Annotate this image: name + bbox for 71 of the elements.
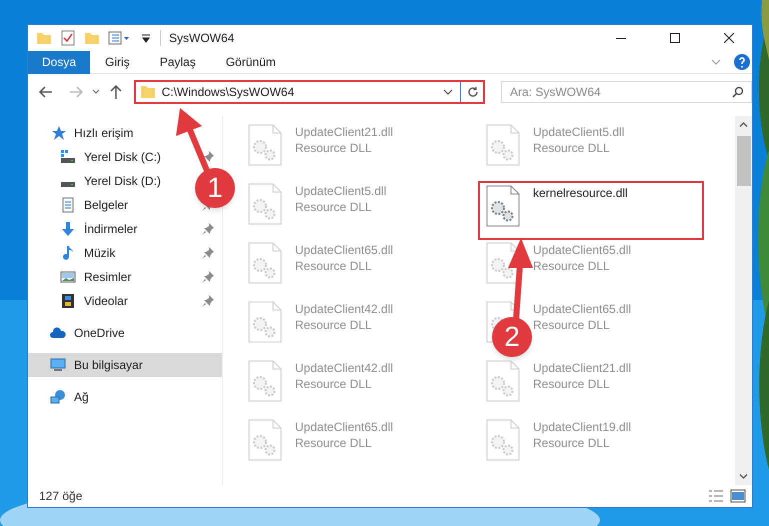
file-type: Resource DLL <box>295 317 373 333</box>
monitor-icon <box>50 357 66 373</box>
sidebar-item[interactable]: Ağ <box>50 388 89 406</box>
sidebar-item[interactable]: Resimler <box>60 268 132 286</box>
large-icons-view-icon[interactable] <box>730 488 746 504</box>
folder-icon <box>140 84 156 100</box>
ribbon-tab[interactable]: Giriş <box>90 50 145 74</box>
file-type: Resource DLL <box>533 258 611 274</box>
maximize-icon <box>670 33 680 43</box>
file-name: UpdateClient5.dll <box>295 183 386 199</box>
back-arrow-icon[interactable] <box>38 84 54 100</box>
drive-icon <box>60 182 76 186</box>
properties-icon <box>60 30 76 46</box>
file-type: Resource DLL <box>533 140 611 156</box>
details-view-icon[interactable] <box>708 488 724 504</box>
star-icon <box>50 125 66 141</box>
file-type: Resource DLL <box>295 435 373 451</box>
film-icon <box>60 293 76 309</box>
file-name: UpdateClient65.dll <box>295 419 394 435</box>
folder-icon <box>84 30 100 46</box>
file-name: UpdateClient42.dll <box>295 301 394 317</box>
file-name: UpdateClient65.dll <box>533 242 632 258</box>
sidebar-item[interactable]: Yerel Disk (C:) <box>60 148 161 166</box>
window-title: SysWOW64 <box>169 30 234 47</box>
sidebar-item[interactable]: Videolar <box>60 292 128 310</box>
item-count: 127 öğe <box>39 488 84 505</box>
up-arrow-icon[interactable] <box>108 84 124 100</box>
folder-icon <box>36 30 52 46</box>
file-name: kernelresource.dll <box>533 185 628 201</box>
sidebar-item[interactable]: Müzik <box>60 244 116 262</box>
scrollbar-thumb[interactable] <box>736 136 750 186</box>
close-icon <box>724 33 734 43</box>
view-menu-icon <box>108 30 132 46</box>
picture-icon <box>60 269 76 285</box>
file-name: UpdateClient5.dll <box>533 124 624 140</box>
drive-icon <box>60 149 76 165</box>
file-type: Resource DLL <box>295 258 373 274</box>
address-bar[interactable]: C:\Windows\SysWOW64 <box>134 80 485 104</box>
refresh-icon[interactable] <box>466 86 479 98</box>
file-name: UpdateClient19.dll <box>533 419 632 435</box>
file-type: Resource DLL <box>533 317 611 333</box>
file-name: UpdateClient42.dll <box>295 360 394 376</box>
sidebar-item[interactable]: Hızlı erişim <box>50 124 134 142</box>
download-icon <box>60 221 76 237</box>
sidebar-item[interactable]: Yerel Disk (D:) <box>60 172 161 190</box>
file-name: UpdateClient65.dll <box>533 301 632 317</box>
sidebar-item[interactable]: İndirmeler <box>60 220 138 238</box>
search-field[interactable]: Ara: SysWOW64 <box>500 81 752 103</box>
search-icon <box>732 86 744 98</box>
file-name: UpdateClient21.dll <box>295 124 394 140</box>
chevron-down-icon[interactable] <box>92 88 100 96</box>
dropdown-icon <box>140 32 152 44</box>
address-path: C:\Windows\SysWOW64 <box>162 84 296 101</box>
file-type: Resource DLL <box>533 376 611 392</box>
sidebar-item[interactable]: Belgeler <box>60 196 128 214</box>
file-name: UpdateClient21.dll <box>533 360 632 376</box>
scrollbar[interactable] <box>735 116 752 485</box>
ribbon-tab[interactable]: Paylaş <box>144 50 211 74</box>
file-type: Resource DLL <box>295 199 373 215</box>
highlight-frame[interactable]: kernelresource.dll <box>478 181 704 240</box>
file-type: Resource DLL <box>533 435 611 451</box>
document-icon <box>60 197 76 213</box>
file-name: UpdateClient65.dll <box>295 242 394 258</box>
ribbon-tab[interactable]: Görünüm <box>210 50 291 74</box>
file-type: Resource DLL <box>295 376 373 392</box>
file-tab[interactable]: Dosya <box>28 50 90 74</box>
file-type: Resource DLL <box>295 140 373 156</box>
cloud-icon <box>50 325 66 341</box>
network-icon <box>50 389 66 405</box>
help-icon <box>734 54 750 70</box>
sidebar-item[interactable]: OneDrive <box>50 324 125 342</box>
